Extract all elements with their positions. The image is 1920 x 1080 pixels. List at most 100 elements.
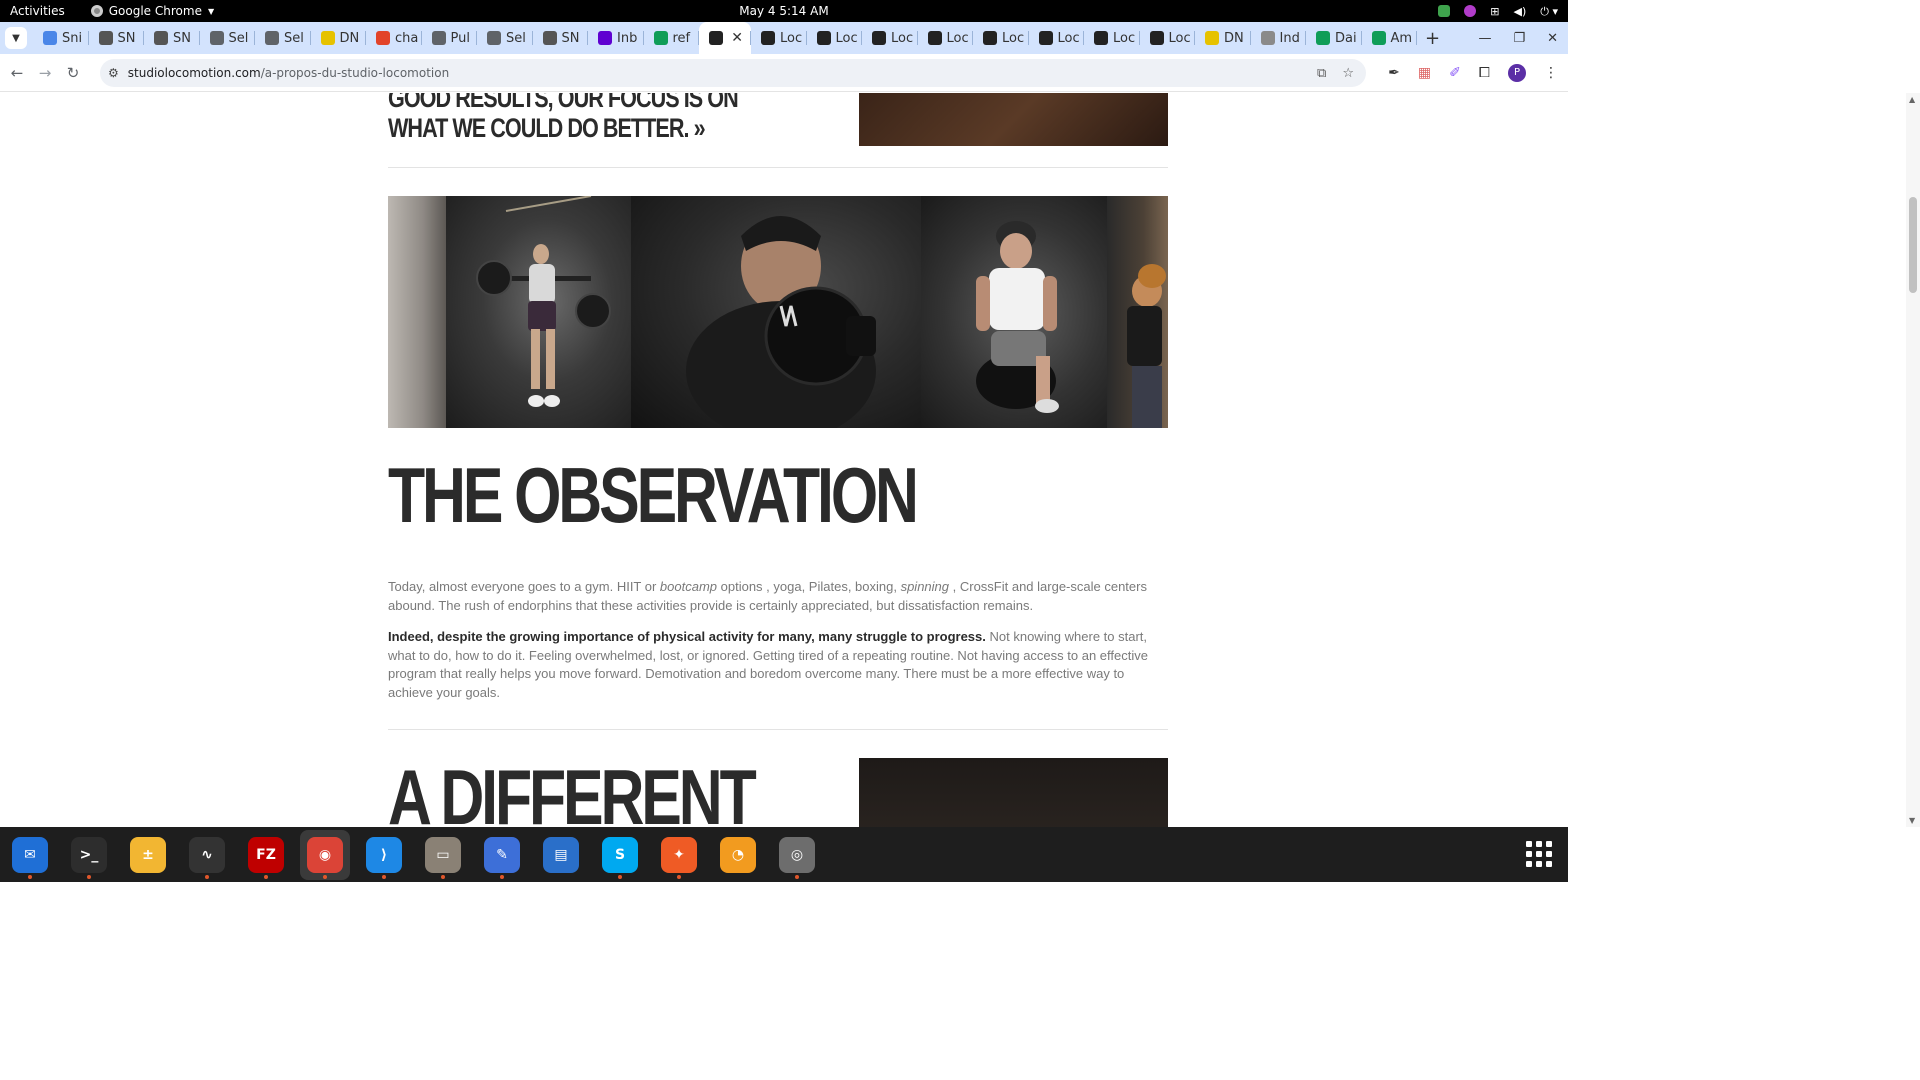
volume-icon[interactable]: ◀) bbox=[1514, 5, 1527, 18]
quote-text: GOOD RESULTS, OUR FOCUS IS ON WHAT WE CO… bbox=[388, 93, 739, 143]
clock[interactable]: May 4 5:14 AM bbox=[739, 4, 828, 18]
color-picker-icon[interactable] bbox=[1464, 5, 1477, 17]
running-indicator bbox=[264, 874, 268, 879]
tab-3[interactable]: Sel bbox=[200, 22, 256, 54]
bookmark-star-icon[interactable]: ☆ bbox=[1342, 66, 1354, 81]
dock-item-hotspot[interactable]: ◔ bbox=[713, 830, 763, 880]
dock-item-system-monitor[interactable]: ∿ bbox=[182, 830, 232, 880]
divider bbox=[388, 729, 1168, 730]
minimize-icon[interactable]: — bbox=[1478, 31, 1491, 46]
tab-2[interactable]: SN bbox=[144, 22, 200, 54]
tab-label: DN bbox=[1224, 30, 1244, 46]
tab-16[interactable]: Loc bbox=[918, 22, 974, 54]
dock-item-postman[interactable]: ✦ bbox=[654, 830, 704, 880]
show-apps-icon[interactable] bbox=[1526, 841, 1552, 867]
app-menu[interactable]: Google Chrome ▼ bbox=[90, 4, 214, 18]
photo-woman-boxing bbox=[1107, 196, 1168, 428]
page-scrollbar[interactable]: ▲ ▼ bbox=[1906, 93, 1920, 827]
photo-curtain bbox=[388, 196, 446, 428]
new-tab-button[interactable]: + bbox=[1425, 28, 1440, 49]
yahoo-icon bbox=[598, 31, 612, 45]
dock-item-chrome[interactable]: ◉ bbox=[300, 829, 350, 880]
dock-item-filezilla[interactable]: FZ bbox=[241, 830, 291, 880]
locomotion-icon bbox=[709, 31, 723, 45]
power-icon[interactable]: ⏻ ▾ bbox=[1540, 5, 1558, 18]
update-icon[interactable] bbox=[1438, 5, 1451, 17]
tab-7[interactable]: Pul bbox=[422, 22, 478, 54]
postman-icon: ✦ bbox=[661, 836, 697, 873]
more-menu-icon[interactable]: ⋮ bbox=[1544, 65, 1558, 81]
tab-15[interactable]: Loc bbox=[862, 22, 918, 54]
tab-search-button[interactable]: ▼ bbox=[5, 27, 27, 49]
browser-toolbar: ← → ↻ ⚙ studiolocomotion.com/a-propos-du… bbox=[0, 54, 1568, 92]
tab-17[interactable]: Loc bbox=[973, 22, 1029, 54]
photo-trainer-kneeling bbox=[921, 196, 1107, 428]
para1-em-spinning: spinning bbox=[900, 579, 950, 594]
tab-4[interactable]: Sel bbox=[255, 22, 311, 54]
dock-item-libreoffice-writer[interactable]: ▤ bbox=[536, 830, 586, 880]
scroll-up-icon[interactable]: ▲ bbox=[1909, 95, 1915, 104]
address-bar[interactable]: ⚙ studiolocomotion.com/a-propos-du-studi… bbox=[100, 59, 1366, 87]
dock: ✉ >_ ± ∿ FZ ◉ ⟩ ▭ ✎ ▤ S ✦ ◔ ◎ bbox=[0, 827, 1568, 882]
tab-18[interactable]: Loc bbox=[1029, 22, 1085, 54]
tab-23[interactable]: Dai bbox=[1306, 22, 1362, 54]
tab-20[interactable]: Loc bbox=[1140, 22, 1196, 54]
back-icon[interactable]: ← bbox=[6, 64, 28, 82]
profile-avatar[interactable]: P bbox=[1508, 63, 1526, 82]
dock-item-terminal[interactable]: >_ bbox=[64, 830, 114, 880]
tab-9[interactable]: SN bbox=[533, 22, 589, 54]
close-tab-icon[interactable]: ✕ bbox=[731, 30, 743, 46]
scrollbar-thumb[interactable] bbox=[1909, 197, 1917, 293]
snp-icon bbox=[542, 31, 557, 45]
translate-icon[interactable]: ⧉ bbox=[1317, 66, 1326, 81]
tab-24[interactable]: Am bbox=[1362, 22, 1418, 54]
eyedropper-extension-icon[interactable]: ✒ bbox=[1388, 65, 1400, 81]
tab-10[interactable]: Inb bbox=[588, 22, 644, 54]
extensions-puzzle-icon[interactable]: ⧠ bbox=[1479, 65, 1490, 81]
calendar-extension-icon[interactable]: ▦ bbox=[1418, 65, 1431, 81]
system-tray[interactable]: ⊞ ◀) ⏻ ▾ bbox=[1438, 5, 1558, 18]
photo-boxer bbox=[631, 196, 921, 428]
tab-19[interactable]: Loc bbox=[1084, 22, 1140, 54]
dock-item-vscode[interactable]: ⟩ bbox=[359, 830, 409, 880]
tab-5[interactable]: DN bbox=[311, 22, 367, 54]
tab-14[interactable]: Loc bbox=[807, 22, 863, 54]
system-monitor-icon: ∿ bbox=[189, 836, 225, 873]
reload-icon[interactable]: ↻ bbox=[62, 64, 84, 82]
running-indicator bbox=[323, 874, 327, 879]
close-window-icon[interactable]: ✕ bbox=[1547, 31, 1558, 46]
globe-icon bbox=[431, 31, 446, 45]
dock-item-calculator[interactable]: ± bbox=[123, 830, 173, 880]
locomotion-icon bbox=[983, 31, 997, 45]
network-icon[interactable]: ⊞ bbox=[1490, 5, 1499, 18]
tab-0[interactable]: Sni bbox=[33, 22, 89, 54]
dock-item-thunderbird[interactable]: ✉ bbox=[5, 830, 55, 880]
tab-11[interactable]: ref bbox=[644, 22, 700, 54]
tab-13[interactable]: Loc bbox=[751, 22, 807, 54]
activities-button[interactable]: Activities bbox=[10, 4, 65, 18]
locomotion-icon bbox=[761, 31, 775, 45]
dock-item-skype[interactable]: S bbox=[595, 830, 645, 880]
photo-barbell-lifter bbox=[446, 196, 631, 428]
libreoffice-writer-icon: ▤ bbox=[543, 836, 579, 873]
tab-1[interactable]: SN bbox=[89, 22, 145, 54]
tab-8[interactable]: Sel bbox=[477, 22, 533, 54]
pen-extension-icon[interactable]: ✐ bbox=[1449, 65, 1461, 81]
tab-label: DN bbox=[339, 30, 360, 46]
forward-icon[interactable]: → bbox=[34, 64, 56, 82]
scroll-down-icon[interactable]: ▼ bbox=[1909, 816, 1915, 825]
dock-item-disk[interactable]: ◎ bbox=[772, 830, 822, 880]
site-info-icon[interactable]: ⚙ bbox=[108, 66, 119, 80]
restore-icon[interactable]: ❐ bbox=[1513, 31, 1525, 46]
tab-21[interactable]: DN bbox=[1195, 22, 1251, 54]
tab-6[interactable]: cha bbox=[366, 22, 422, 54]
running-indicator bbox=[795, 874, 799, 879]
tab-12[interactable]: ✕ bbox=[699, 22, 751, 54]
quote-image bbox=[859, 93, 1168, 146]
filezilla-icon: FZ bbox=[248, 836, 284, 873]
dock-item-files[interactable]: ▭ bbox=[418, 830, 468, 880]
tab-22[interactable]: Ind bbox=[1251, 22, 1307, 54]
dock-item-text-editor[interactable]: ✎ bbox=[477, 830, 527, 880]
hotspot-icon: ◔ bbox=[720, 836, 756, 873]
sheets-icon bbox=[653, 31, 668, 45]
